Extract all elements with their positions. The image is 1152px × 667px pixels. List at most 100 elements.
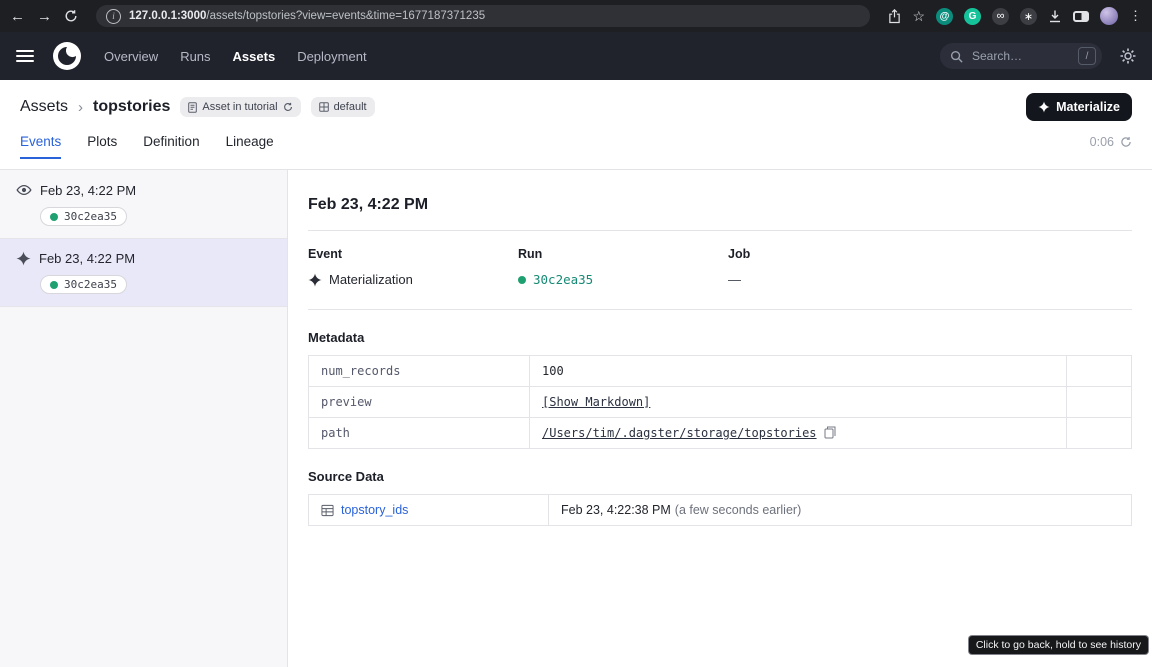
run-status-dot bbox=[518, 276, 526, 284]
tab-events[interactable]: Events bbox=[20, 128, 61, 159]
materialization-sparkle-icon bbox=[308, 273, 322, 287]
browser-back-icon[interactable]: ← bbox=[10, 9, 25, 24]
metadata-empty-cell bbox=[1067, 356, 1132, 387]
breadcrumb-current-asset: topstories bbox=[93, 98, 170, 116]
run-label: Run bbox=[518, 247, 728, 261]
asset-group-tag-label: default bbox=[334, 101, 367, 113]
source-time: Feb 23, 4:22:38 PM bbox=[561, 503, 671, 517]
metadata-key: num_records bbox=[309, 356, 530, 387]
run-id: 30c2ea35 bbox=[64, 210, 117, 223]
event-list-item-observation[interactable]: Feb 23, 4:22 PM 30c2ea35 bbox=[0, 170, 287, 239]
run-tag[interactable]: 30c2ea35 bbox=[40, 275, 127, 294]
browser-menu-icon[interactable]: ⋮ bbox=[1129, 8, 1142, 24]
side-panel-icon[interactable] bbox=[1073, 11, 1089, 22]
refresh-icon bbox=[1120, 136, 1132, 148]
asset-tutorial-tag[interactable]: Asset in tutorial bbox=[180, 97, 300, 117]
event-detail-panel: Feb 23, 4:22 PM Event Materialization Ru… bbox=[288, 170, 1152, 667]
run-status-dot bbox=[50, 281, 58, 289]
downloads-icon[interactable] bbox=[1048, 9, 1062, 23]
sparkle-icon bbox=[1038, 101, 1050, 113]
nav-overview[interactable]: Overview bbox=[104, 49, 158, 64]
breadcrumb-assets-link[interactable]: Assets bbox=[20, 98, 68, 116]
nav-runs[interactable]: Runs bbox=[180, 49, 210, 64]
asset-group-tag[interactable]: default bbox=[311, 97, 375, 117]
browser-forward-icon[interactable]: → bbox=[37, 9, 52, 24]
metadata-empty-cell bbox=[1067, 418, 1132, 449]
metadata-key: path bbox=[309, 418, 530, 449]
metadata-empty-cell bbox=[1067, 387, 1132, 418]
profile-avatar[interactable] bbox=[1100, 7, 1118, 25]
event-label: Event bbox=[308, 247, 518, 261]
bookmark-star-icon[interactable]: ☆ bbox=[912, 8, 925, 25]
table-row: preview [Show Markdown] bbox=[309, 387, 1132, 418]
event-time: Feb 23, 4:22 PM bbox=[39, 251, 135, 266]
tab-definition[interactable]: Definition bbox=[143, 128, 199, 159]
event-list-item-materialization[interactable]: Feb 23, 4:22 PM 30c2ea35 bbox=[0, 239, 287, 307]
extension-grammarly-icon[interactable]: G bbox=[964, 8, 981, 25]
browser-actions: ☆ @ G ∞ ∗ ⋮ bbox=[888, 7, 1142, 25]
run-tag[interactable]: 30c2ea35 bbox=[40, 207, 127, 226]
asset-page-header: Assets › topstories Asset in tutorial de… bbox=[0, 80, 1152, 170]
asset-tutorial-tag-label: Asset in tutorial bbox=[202, 101, 277, 113]
table-icon bbox=[321, 504, 334, 517]
breadcrumb: Assets › topstories Asset in tutorial de… bbox=[20, 92, 1132, 122]
url-path: /assets/topstories?view=events&time=1677… bbox=[206, 10, 485, 22]
nav-assets[interactable]: Assets bbox=[233, 49, 276, 64]
run-id-link[interactable]: 30c2ea35 bbox=[533, 272, 593, 287]
grid-icon bbox=[319, 102, 329, 112]
site-info-icon[interactable]: i bbox=[106, 9, 121, 24]
eye-icon bbox=[16, 182, 32, 198]
event-column: Event Materialization bbox=[308, 247, 518, 287]
run-status-dot bbox=[50, 213, 58, 221]
primary-nav: Overview Runs Assets Deployment bbox=[104, 49, 367, 64]
event-list-sidebar: Feb 23, 4:22 PM 30c2ea35 Feb 23, 4:22 PM… bbox=[0, 170, 288, 667]
tab-plots[interactable]: Plots bbox=[87, 128, 117, 159]
search-box[interactable]: / bbox=[940, 43, 1102, 69]
search-icon bbox=[950, 50, 963, 63]
asset-tabs: Events Plots Definition Lineage 0:06 bbox=[20, 128, 1132, 159]
source-data-table: topstory_ids Feb 23, 4:22:38 PM (a few se… bbox=[308, 494, 1132, 526]
tab-lineage[interactable]: Lineage bbox=[226, 128, 274, 159]
copy-icon[interactable] bbox=[824, 426, 836, 439]
metadata-value: [Show Markdown] bbox=[530, 387, 1067, 418]
table-row: path /Users/tim/.dagster/storage/topstor… bbox=[309, 418, 1132, 449]
asset-events-view: Feb 23, 4:22 PM 30c2ea35 Feb 23, 4:22 PM… bbox=[0, 170, 1152, 667]
materialize-button[interactable]: Materialize bbox=[1026, 93, 1132, 121]
divider bbox=[308, 309, 1132, 310]
metadata-value: 100 bbox=[530, 356, 1067, 387]
search-input[interactable] bbox=[970, 48, 1071, 64]
source-time-note: (a few seconds earlier) bbox=[675, 503, 801, 517]
metadata-table: num_records 100 preview [Show Markdown] … bbox=[308, 355, 1132, 449]
browser-reload-icon[interactable] bbox=[64, 9, 78, 23]
settings-gear-icon[interactable] bbox=[1120, 48, 1136, 64]
search-shortcut-badge: / bbox=[1078, 47, 1096, 65]
share-icon[interactable] bbox=[888, 9, 901, 24]
source-time-cell: Feb 23, 4:22:38 PM (a few seconds earlier… bbox=[549, 495, 1132, 526]
event-type-value: Materialization bbox=[329, 272, 413, 287]
address-bar[interactable]: i 127.0.0.1:3000/assets/topstories?view=… bbox=[96, 5, 870, 27]
job-column: Job — bbox=[728, 247, 938, 287]
materialize-button-label: Materialize bbox=[1056, 100, 1120, 114]
source-data-section-title: Source Data bbox=[308, 469, 1132, 484]
table-row: num_records 100 bbox=[309, 356, 1132, 387]
event-summary-row: Event Materialization Run 30c2ea35 Job — bbox=[308, 231, 1132, 309]
path-link[interactable]: /Users/tim/.dagster/storage/topstories bbox=[542, 426, 817, 440]
metadata-value: /Users/tim/.dagster/storage/topstories bbox=[530, 418, 1067, 449]
metadata-key: preview bbox=[309, 387, 530, 418]
source-asset-link[interactable]: topstory_ids bbox=[341, 503, 408, 517]
nav-deployment[interactable]: Deployment bbox=[297, 49, 366, 64]
run-column: Run 30c2ea35 bbox=[518, 247, 728, 287]
show-markdown-link[interactable]: [Show Markdown] bbox=[542, 395, 650, 409]
refresh-countdown[interactable]: 0:06 bbox=[1090, 135, 1132, 159]
refresh-countdown-value: 0:06 bbox=[1090, 135, 1114, 149]
table-row: topstory_ids Feb 23, 4:22:38 PM (a few se… bbox=[309, 495, 1132, 526]
extension-infinity-icon[interactable]: ∞ bbox=[992, 8, 1009, 25]
source-asset-cell: topstory_ids bbox=[309, 495, 549, 526]
refresh-icon bbox=[283, 102, 293, 112]
extension-at-icon[interactable]: @ bbox=[936, 8, 953, 25]
dagster-logo[interactable] bbox=[52, 41, 82, 71]
hamburger-menu-icon[interactable] bbox=[16, 50, 34, 62]
url-host: 127.0.0.1:3000 bbox=[129, 10, 206, 22]
extension-misc-icon[interactable]: ∗ bbox=[1020, 8, 1037, 25]
breadcrumb-separator: › bbox=[78, 99, 83, 116]
